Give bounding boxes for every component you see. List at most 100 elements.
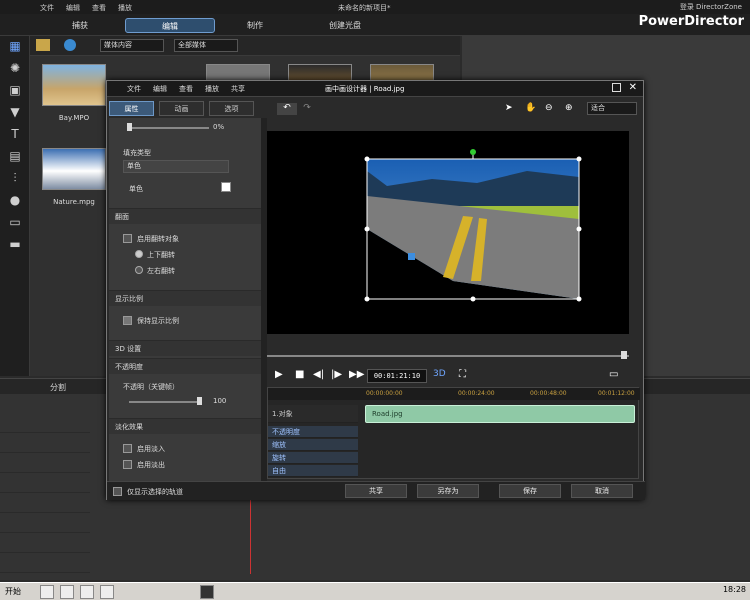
track-row[interactable] bbox=[0, 434, 90, 453]
hand-icon[interactable]: ✋ bbox=[525, 103, 539, 115]
tab-create-disc[interactable]: 创建光盘 bbox=[300, 18, 390, 33]
media-content-dropdown[interactable]: 媒体内容 bbox=[100, 39, 164, 52]
section-aspect-ratio[interactable]: 显示比例 bbox=[109, 290, 261, 306]
maximize-icon[interactable] bbox=[612, 83, 621, 92]
media-type-dropdown[interactable]: 全部媒体 bbox=[174, 39, 238, 52]
scrub-handle[interactable] bbox=[621, 351, 627, 359]
menu-play[interactable]: 播放 bbox=[118, 3, 132, 13]
color-swatch[interactable] bbox=[221, 182, 231, 192]
only-selected-checkbox[interactable] bbox=[113, 487, 122, 496]
powerdirector-taskbar-icon[interactable] bbox=[200, 585, 214, 599]
save-as-button[interactable]: 另存为 bbox=[417, 484, 479, 498]
share-button[interactable]: 共享 bbox=[345, 484, 407, 498]
subtitle-icon[interactable]: ▬ bbox=[6, 236, 24, 252]
import-folder-icon[interactable] bbox=[36, 39, 50, 51]
split-button[interactable]: 分割 bbox=[50, 382, 66, 393]
taskbar-app-icon[interactable] bbox=[40, 585, 54, 599]
tab-edit[interactable]: 编辑 bbox=[125, 18, 215, 33]
keyframe-row-opacity[interactable]: 不透明度 bbox=[268, 426, 358, 438]
taskbar-app-icon[interactable] bbox=[80, 585, 94, 599]
keyframe-row-scale[interactable]: 缩放 bbox=[268, 439, 358, 451]
fade-in-checkbox[interactable] bbox=[123, 444, 132, 453]
dialog-menu-play[interactable]: 播放 bbox=[205, 84, 219, 94]
preview-scrub-bar[interactable] bbox=[267, 349, 629, 363]
taskbar-app-icon[interactable] bbox=[100, 585, 114, 599]
flip-vertical-label: 上下翻转 bbox=[147, 251, 175, 259]
section-fade[interactable]: 淡化效果 bbox=[109, 418, 261, 434]
section-opacity[interactable]: 不透明度 bbox=[109, 358, 261, 374]
display-mode-icon[interactable]: ▭ bbox=[609, 369, 618, 380]
voiceover-icon[interactable]: ● bbox=[6, 192, 24, 208]
track-row[interactable] bbox=[0, 474, 90, 493]
object-track-label[interactable]: 1.对象 bbox=[268, 405, 358, 423]
fullscreen-icon[interactable]: ⛶ bbox=[459, 369, 466, 380]
zoom-out-icon[interactable]: ⊖ bbox=[545, 103, 559, 115]
title-icon[interactable]: T bbox=[6, 126, 24, 142]
select-arrow-icon[interactable]: ➤ bbox=[505, 103, 519, 115]
flip-enable-checkbox[interactable] bbox=[123, 234, 132, 243]
download-globe-icon[interactable] bbox=[64, 39, 76, 51]
section-flip[interactable]: 翻面 bbox=[109, 208, 261, 224]
audio-mixer-icon[interactable]: ⫶ bbox=[6, 170, 24, 186]
play-icon[interactable]: ▶ bbox=[275, 369, 283, 380]
media-thumb-bay[interactable] bbox=[42, 64, 106, 106]
save-button[interactable]: 保存 bbox=[499, 484, 561, 498]
media-room-icon[interactable]: ▦ bbox=[6, 38, 24, 54]
zoom-fit-dropdown[interactable]: 适合 bbox=[587, 102, 637, 115]
keyframe-row-free[interactable]: 自由 bbox=[268, 465, 358, 477]
clip-road[interactable]: Road.jpg bbox=[365, 405, 635, 423]
tab-capture[interactable]: 捕获 bbox=[35, 18, 125, 33]
fade-out-label: 启用淡出 bbox=[137, 461, 165, 469]
zoom-in-icon[interactable]: ⊕ bbox=[565, 103, 579, 115]
section-3d-settings[interactable]: 3D 设置 bbox=[109, 340, 261, 356]
undo-icon[interactable]: ↶ bbox=[277, 103, 297, 115]
start-button[interactable]: 开始 bbox=[1, 584, 35, 600]
fill-type-dropdown[interactable]: 单色 bbox=[123, 160, 229, 173]
menu-edit[interactable]: 编辑 bbox=[66, 3, 80, 13]
tab-properties[interactable]: 属性 bbox=[109, 101, 154, 116]
next-frame-icon[interactable]: |▶ bbox=[331, 369, 342, 380]
menu-view[interactable]: 查看 bbox=[92, 3, 106, 13]
pip-object-image[interactable] bbox=[267, 131, 629, 334]
tab-options[interactable]: 选项 bbox=[209, 101, 254, 116]
track-row[interactable] bbox=[0, 494, 90, 513]
transparency-slider[interactable] bbox=[129, 127, 209, 129]
pip-icon[interactable]: ▣ bbox=[6, 82, 24, 98]
fast-forward-icon[interactable]: ▶▶ bbox=[349, 369, 364, 380]
media-thumb-nature[interactable] bbox=[42, 148, 106, 190]
track-row[interactable] bbox=[0, 454, 90, 473]
keep-ratio-checkbox[interactable] bbox=[123, 316, 132, 325]
stop-icon[interactable]: ■ bbox=[295, 369, 304, 380]
track-row[interactable] bbox=[0, 514, 90, 533]
previous-frame-icon[interactable]: ◀| bbox=[313, 369, 324, 380]
slider-knob[interactable] bbox=[197, 397, 202, 405]
flip-horizontal-radio[interactable] bbox=[135, 266, 143, 274]
tab-animation[interactable]: 动画 bbox=[159, 101, 204, 116]
cancel-button[interactable]: 取消 bbox=[571, 484, 633, 498]
flip-vertical-radio[interactable] bbox=[135, 250, 143, 258]
ruler-time: 00:00:24:00 bbox=[458, 390, 495, 397]
track-row[interactable] bbox=[0, 554, 90, 573]
track-row[interactable] bbox=[0, 534, 90, 553]
keyframe-row-rotation[interactable]: 旋转 bbox=[268, 452, 358, 464]
particle-icon[interactable]: ▼ bbox=[6, 104, 24, 120]
opacity-slider[interactable] bbox=[129, 401, 199, 403]
3d-mode-icon[interactable]: 3D bbox=[433, 369, 446, 379]
dialog-menu-view[interactable]: 查看 bbox=[179, 84, 193, 94]
chapter-icon[interactable]: ▭ bbox=[6, 214, 24, 230]
tab-produce[interactable]: 制作 bbox=[210, 18, 300, 33]
timeline-ruler[interactable]: 00:00:00:00 00:00:24:00 00:00:48:00 00:0… bbox=[268, 388, 640, 400]
effects-icon[interactable]: ✺ bbox=[6, 60, 24, 76]
close-icon[interactable]: ✕ bbox=[629, 82, 637, 93]
slider-knob[interactable] bbox=[127, 123, 132, 131]
login-link[interactable]: 登录 DirectorZone bbox=[680, 2, 742, 12]
track-row[interactable] bbox=[0, 414, 90, 433]
transition-icon[interactable]: ▤ bbox=[6, 148, 24, 164]
taskbar-app-icon[interactable] bbox=[60, 585, 74, 599]
redo-icon[interactable]: ↷ bbox=[299, 103, 315, 115]
dialog-menu-edit[interactable]: 编辑 bbox=[153, 84, 167, 94]
menu-file[interactable]: 文件 bbox=[40, 3, 54, 13]
fade-out-checkbox[interactable] bbox=[123, 460, 132, 469]
dialog-menu-share[interactable]: 共享 bbox=[231, 84, 245, 94]
dialog-menu-file[interactable]: 文件 bbox=[127, 84, 141, 94]
